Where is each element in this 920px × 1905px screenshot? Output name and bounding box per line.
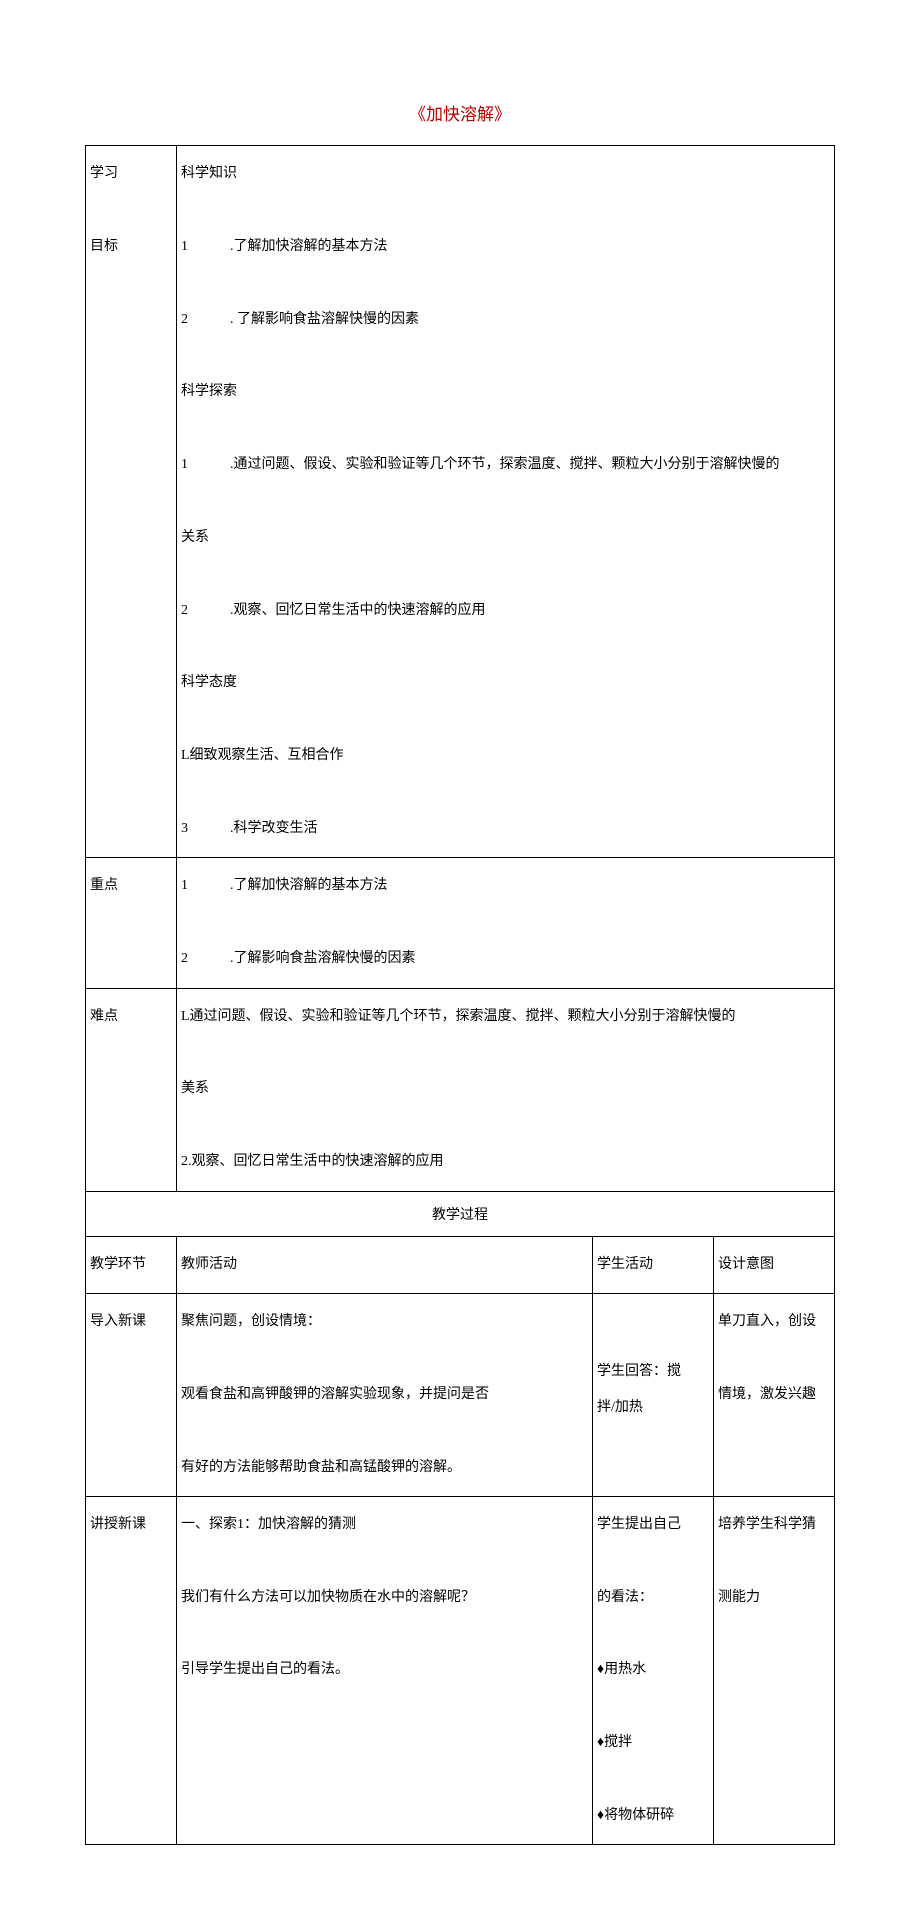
proc1-stage: 导入新课	[86, 1294, 176, 1350]
row-content-objectives: 科学知识 1 .了解加快溶解的基本方法 2 . 了解影响食盐溶解快慢的因素 科学…	[177, 146, 834, 857]
proc1-intent: 单刀直入，创设 情境，激发兴趣	[714, 1294, 834, 1423]
row-label-difficulties: 难点	[86, 989, 176, 1045]
proc1-student: 学生回答：搅 拌/加热	[593, 1294, 713, 1437]
row-content-difficulties: L通过问题、假设、实验和验证等几个环节，探索温度、搅拌、颗粒大小分别于溶解快慢的…	[177, 989, 834, 1191]
col-header-student: 学生活动	[593, 1237, 713, 1293]
col-header-stage: 教学环节	[86, 1237, 176, 1293]
proc2-teacher: 一、探索1：加快溶解的猜测 我们有什么方法可以加快物质在水中的溶解呢？ 引导学生…	[177, 1497, 592, 1699]
proc2-student: 学生提出自己 的看法： ♦用热水 ♦搅拌 ♦将物体研碎	[593, 1497, 713, 1845]
col-header-teacher: 教师活动	[177, 1237, 592, 1293]
proc2-stage: 讲授新课	[86, 1497, 176, 1553]
row-label-objectives: 学习 目标	[86, 146, 176, 275]
col-header-intent: 设计意图	[714, 1237, 834, 1293]
row-content-keypoints: 1 .了解加快溶解的基本方法 2 .了解影响食盐溶解快慢的因素	[177, 858, 834, 987]
proc1-teacher: 聚焦问题，创设情境： 观看食盐和高钾酸钾的溶解实验现象，并提问是否 有好的方法能…	[177, 1294, 592, 1496]
document-title: 《加快溶解》	[85, 100, 835, 125]
proc2-intent: 培养学生科学猜 测能力	[714, 1497, 834, 1626]
lesson-plan-table: 学习 目标 科学知识 1 .了解加快溶解的基本方法 2 . 了解影响食盐溶解快慢…	[85, 145, 835, 1845]
row-label-keypoints: 重点	[86, 858, 176, 914]
process-header: 教学过程	[86, 1192, 834, 1236]
